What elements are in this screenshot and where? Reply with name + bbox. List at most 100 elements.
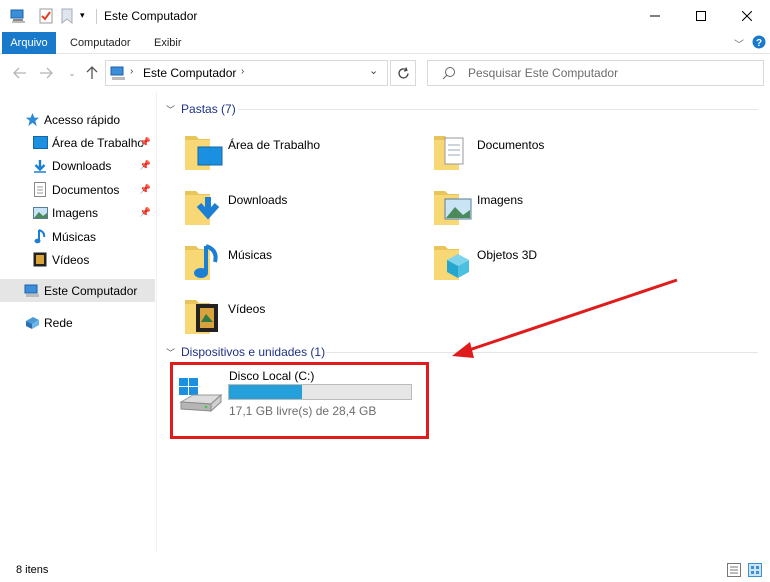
address-bar[interactable]: › Este Computador › ⌄: [105, 60, 388, 86]
sidebar-item-this-pc[interactable]: Este Computador: [0, 279, 155, 302]
group-divider: [238, 109, 758, 110]
star-icon: [24, 112, 40, 128]
up-arrow-icon: [86, 66, 98, 79]
pin-icon[interactable]: 📌: [140, 137, 151, 148]
properties-icon[interactable]: [38, 8, 54, 24]
video-icon: [32, 252, 48, 268]
group-header-devices[interactable]: ﹀ Dispositivos e unidades (1): [166, 345, 325, 359]
title-separator: [96, 9, 97, 24]
sidebar-item-label: Imagens: [52, 205, 99, 220]
annotation-arrow: [452, 278, 678, 358]
music-folder-icon: [185, 244, 218, 280]
chevron-down-icon: ﹀: [166, 347, 176, 358]
sidebar-item-downloads[interactable]: Downloads 📌: [32, 154, 157, 177]
folder-label: Documentos: [477, 138, 545, 152]
group-header-label: Pastas (7): [181, 102, 236, 116]
downloads-folder-icon: [185, 191, 220, 225]
breadcrumb-chevron-icon[interactable]: ›: [241, 66, 244, 77]
sidebar-item-documents[interactable]: Documentos 📌: [32, 178, 157, 201]
minimize-button[interactable]: [632, 0, 678, 32]
sidebar-item-label: Acesso rápido: [44, 112, 121, 127]
refresh-icon: [397, 66, 409, 78]
tab-computador[interactable]: Computador: [60, 32, 141, 54]
desktop-folder-icon: [185, 136, 223, 170]
folder-label: Downloads: [228, 193, 288, 207]
close-button[interactable]: [724, 0, 770, 32]
sidebar-item-label: Documentos: [52, 182, 120, 197]
sidebar-item-desktop[interactable]: Área de Trabalho 📌: [32, 131, 157, 154]
close-icon: [742, 11, 752, 21]
svg-text:?: ?: [756, 38, 762, 49]
sidebar-item-label: Músicas: [52, 229, 97, 244]
expand-ribbon-icon[interactable]: ﹀: [734, 36, 744, 51]
group-header-folders[interactable]: ﹀ Pastas (7): [166, 102, 236, 116]
image-icon: [32, 205, 48, 221]
title-bar: ▾ Este Computador: [0, 0, 770, 32]
group-header-label: Dispositivos e unidades (1): [181, 345, 326, 359]
back-button[interactable]: [10, 63, 30, 83]
sidebar-item-label: Este Computador: [44, 283, 138, 298]
search-placeholder: Pesquisar Este Computador: [468, 66, 619, 80]
chevron-down-icon: ﹀: [166, 104, 176, 115]
pin-icon[interactable]: 📌: [140, 207, 151, 218]
tiles-view-icon[interactable]: [748, 563, 762, 580]
navigation-pane: Acesso rápido Área de Trabalho 📌 Downloa…: [0, 92, 157, 552]
sidebar-item-label: Área de Trabalho: [52, 135, 145, 150]
folder-tile[interactable]: Músicas: [184, 240, 424, 292]
folder-tile[interactable]: Imagens: [433, 185, 673, 237]
pin-icon[interactable]: 📌: [140, 184, 151, 195]
sidebar-item-music[interactable]: Músicas: [32, 225, 157, 248]
this-pc-icon[interactable]: [10, 8, 26, 24]
tab-exibir[interactable]: Exibir: [144, 32, 192, 54]
forward-button[interactable]: [36, 63, 56, 83]
folder-label: Área de Trabalho: [228, 138, 321, 152]
maximize-icon: [696, 11, 706, 21]
tab-arquivo[interactable]: Arquivo: [2, 32, 56, 54]
desktop-icon: [32, 135, 48, 151]
sidebar-item-network[interactable]: Rede: [24, 311, 157, 334]
folder-label: Músicas: [228, 248, 273, 262]
new-folder-icon[interactable]: [60, 8, 74, 25]
folder-tile[interactable]: Área de Trabalho: [184, 130, 424, 182]
maximize-button[interactable]: [678, 0, 724, 32]
sidebar-item-quick-access[interactable]: Acesso rápido: [24, 108, 157, 131]
sidebar-item-label: Downloads: [52, 158, 112, 173]
status-bar: 8 itens: [0, 559, 770, 582]
this-pc-icon: [24, 283, 40, 299]
ribbon-tabs: Arquivo Computador Exibir ﹀ ?: [0, 32, 770, 54]
videos-folder-icon: [185, 300, 218, 334]
network-icon: [24, 315, 40, 331]
up-button[interactable]: [82, 63, 102, 83]
navigation-bar: ⌄ › Este Computador › ⌄ Pesquisar Este C…: [0, 55, 770, 91]
download-icon: [32, 158, 48, 174]
search-icon: [442, 66, 456, 83]
customize-quick-access-icon[interactable]: ▾: [80, 10, 85, 26]
folder-label: Imagens: [477, 193, 524, 207]
folder-label: Vídeos: [228, 302, 266, 316]
item-count: 8 itens: [16, 564, 49, 576]
annotation-highlight-box: [170, 362, 429, 439]
folder-label: Objetos 3D: [477, 248, 538, 262]
address-dropdown-icon[interactable]: ⌄: [369, 64, 378, 77]
breadcrumb-chevron-icon: ›: [130, 66, 134, 77]
breadcrumb[interactable]: Este Computador: [143, 66, 236, 80]
back-arrow-icon: [13, 67, 26, 79]
details-view-icon[interactable]: [727, 563, 741, 580]
help-icon[interactable]: ?: [752, 35, 766, 52]
sidebar-item-videos[interactable]: Vídeos: [32, 248, 157, 271]
pin-icon[interactable]: 📌: [140, 160, 151, 171]
folder-tile[interactable]: Downloads: [184, 185, 424, 237]
folder-tile[interactable]: Documentos: [433, 130, 673, 182]
pictures-folder-icon: [434, 191, 472, 225]
minimize-icon: [650, 15, 660, 17]
sidebar-item-images[interactable]: Imagens 📌: [32, 201, 157, 224]
refresh-button[interactable]: [390, 60, 416, 86]
forward-arrow-icon: [40, 67, 53, 79]
search-input[interactable]: Pesquisar Este Computador: [427, 60, 764, 86]
document-icon: [32, 182, 48, 198]
recent-locations-button[interactable]: ⌄: [62, 63, 82, 83]
folder-tile[interactable]: Vídeos: [184, 294, 424, 346]
window-title: Este Computador: [104, 9, 198, 23]
this-pc-icon: [110, 65, 126, 84]
documents-folder-icon: [434, 136, 464, 170]
